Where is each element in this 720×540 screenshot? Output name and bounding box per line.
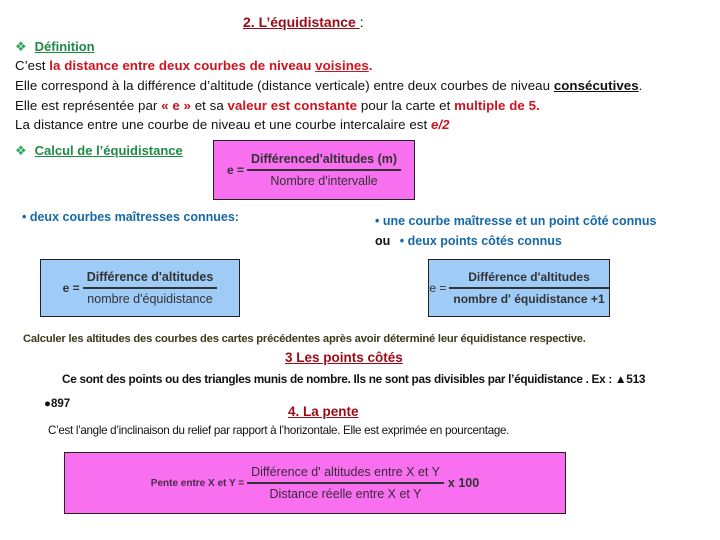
case-2-label-line-1: • une courbe maîtresse et un point côté … bbox=[375, 214, 657, 228]
text: Elle correspond à la différence d’altitu… bbox=[15, 78, 554, 93]
definition-line-3: Elle est représentée par « e » et sa val… bbox=[15, 98, 540, 113]
formula-numerator: Différence d'altitudes bbox=[86, 270, 214, 285]
text: La distance entre une courbe de niveau e… bbox=[15, 117, 431, 132]
definition-line-2: Elle correspond à la différence d’altitu… bbox=[15, 78, 642, 93]
calcul-heading: ❖ Calcul de l’équidistance bbox=[15, 142, 183, 160]
text: . bbox=[368, 58, 373, 73]
formula-numerator: Différenced'altitudes (m) bbox=[250, 152, 398, 167]
formula-label: e = bbox=[226, 163, 244, 177]
formula-numerator: Différence d'altitudes bbox=[468, 270, 590, 285]
text: C’est bbox=[15, 58, 50, 73]
exercise-instruction: Calculer les altitudes des courbes des c… bbox=[23, 333, 586, 345]
section-3-example-2: ●897 bbox=[44, 398, 71, 410]
section-2-title: 2. L’équidistance : bbox=[243, 14, 364, 30]
highlight-underlined: consécutives bbox=[553, 78, 639, 93]
section-3-title: 3 Les points côtés bbox=[285, 350, 403, 365]
fraction-bar bbox=[247, 482, 444, 484]
text-ou: ou bbox=[375, 234, 391, 248]
text: . bbox=[638, 78, 643, 93]
formula-fraction: Différenced'altitudes (m) Nombre d'inter… bbox=[246, 152, 402, 188]
formula-multiplier: x 100 bbox=[447, 476, 480, 490]
diamond-bullet-icon: ❖ bbox=[15, 143, 27, 158]
diamond-bullet-icon: ❖ bbox=[15, 39, 27, 54]
highlight-red: multiple de 5. bbox=[454, 98, 540, 113]
formula-fraction: Différence d'altitudes nombre d' équidis… bbox=[449, 270, 609, 306]
definition-heading-text: Définition bbox=[34, 39, 95, 54]
text: Elle est représentée par bbox=[15, 98, 162, 113]
equidistance-formula-case-2: e = Différence d'altitudes nombre d' équ… bbox=[428, 259, 610, 317]
section-4-title: 4. La pente bbox=[288, 404, 359, 419]
formula-label: Pente entre X et Y = bbox=[150, 477, 245, 489]
formula-label: e = bbox=[62, 281, 80, 295]
highlight-red: la distance entre deux courbes de niveau bbox=[49, 58, 316, 73]
formula-denominator: nombre d'équidistance bbox=[87, 291, 213, 306]
section-3-text: Ce sont des points ou des triangles muni… bbox=[62, 372, 646, 386]
text: et sa bbox=[190, 98, 228, 113]
text: pour la carte et bbox=[357, 98, 455, 113]
fraction-bar bbox=[449, 287, 609, 289]
slope-formula: Pente entre X et Y = Différence d' altit… bbox=[64, 452, 566, 514]
formula-label: e = bbox=[429, 281, 447, 295]
definition-line-1: C’est la distance entre deux courbes de … bbox=[15, 58, 373, 73]
formula-denominator: Distance réelle entre X et Y bbox=[269, 486, 422, 501]
equidistance-formula-case-1: e = Différence d'altitudes nombre d'équi… bbox=[40, 259, 240, 317]
case-1-label: • deux courbes maîtresses connues: bbox=[22, 210, 239, 224]
formula-denominator: Nombre d'intervalle bbox=[270, 173, 378, 188]
highlight-red: valeur est constante bbox=[227, 98, 358, 113]
fraction-bar bbox=[246, 169, 402, 171]
definition-heading: ❖ Définition bbox=[15, 38, 95, 56]
formula-denominator: nombre d' équidistance +1 bbox=[453, 291, 605, 306]
formula-fraction: Différence d' altitudes entre X et Y Dis… bbox=[247, 465, 444, 501]
formula-fraction: Différence d'altitudes nombre d'équidist… bbox=[82, 270, 218, 306]
formula-numerator: Différence d' altitudes entre X et Y bbox=[251, 465, 440, 480]
fraction-bar bbox=[82, 287, 218, 289]
text: • deux points côtés connus bbox=[399, 234, 562, 248]
case-2-label-line-2: ou • deux points côtés connus bbox=[375, 234, 562, 248]
highlight-red: « e » bbox=[161, 98, 191, 113]
equidistance-formula-main: e = Différenced'altitudes (m) Nombre d'i… bbox=[213, 140, 415, 200]
section-4-text: C’est l’angle d’inclinaison du relief pa… bbox=[48, 424, 510, 437]
definition-line-4: La distance entre une courbe de niveau e… bbox=[15, 117, 450, 132]
highlight-red: e/2 bbox=[430, 117, 450, 132]
section-2-title-text: 2. L’équidistance bbox=[243, 14, 360, 30]
highlight-red-underlined: voisines bbox=[315, 58, 369, 73]
section-2-title-colon: : bbox=[359, 14, 364, 30]
calcul-heading-text: Calcul de l’équidistance bbox=[34, 143, 183, 158]
